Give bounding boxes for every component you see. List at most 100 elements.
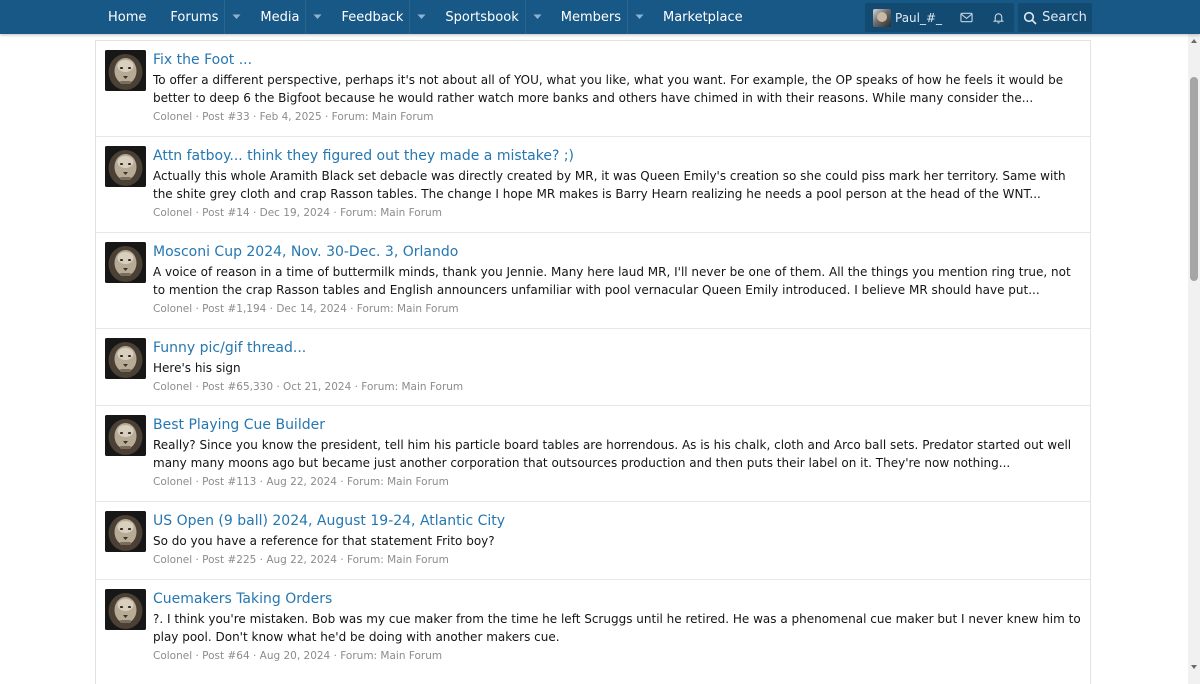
result-snippet: ?. I think you're mistaken. Bob was my c… [153,612,1081,644]
scroll-down-arrow-icon[interactable] [1190,663,1198,671]
meta-separator: · [192,650,203,662]
meta-separator: · [249,207,260,219]
result-date: Oct 21, 2024 [283,381,352,393]
result-author-link[interactable]: Colonel [153,303,192,315]
result-author-link[interactable]: Colonel [153,207,192,219]
result-forum-link[interactable]: Forum: Main Forum [357,303,459,315]
nav-link-marketplace[interactable]: Marketplace [651,10,755,25]
meta-separator: · [266,303,277,315]
author-avatar[interactable] [105,50,146,91]
nav-item-marketplace: Marketplace [651,0,755,34]
result-snippet: Actually this whole Aramith Black set de… [153,169,1066,201]
meta-separator: · [346,303,357,315]
result-forum-link[interactable]: Forum: Main Forum [340,207,442,219]
scrollbar-thumb[interactable] [1190,77,1198,281]
result-date: Dec 14, 2024 [276,303,347,315]
top-navigation-bar: Home Forums Media Feedback Sportsbook Members… [0,0,1200,34]
main-nav: Home Forums Media Feedback Sportsbook Members… [96,0,755,34]
meta-separator: · [192,207,203,219]
result-body: Cuemakers Taking Orders ?. I think you're… [153,588,1083,664]
author-avatar[interactable] [105,242,146,283]
result-title-link[interactable]: Best Playing Cue Builder [153,415,325,435]
result-meta: Colonel · Post #225 · Aug 22, 2024 · For… [153,552,1083,568]
result-post-number: Post #14 [202,207,250,219]
nav-item-media: Media [248,0,329,34]
inbox-envelope-icon[interactable] [950,3,982,32]
meta-separator: · [330,207,341,219]
result-author-link[interactable]: Colonel [153,650,192,662]
result-title-link[interactable]: Funny pic/gif thread... [153,338,306,358]
meta-separator: · [192,554,203,566]
result-post-number: Post #1,194 [202,303,267,315]
search-result-item: Cuemakers Taking Orders ?. I think you're… [96,580,1090,684]
nav-item-feedback: Feedback [329,0,433,34]
result-title-link[interactable]: Mosconi Cup 2024, Nov. 30-Dec. 3, Orland… [153,242,458,262]
alerts-bell-icon[interactable] [982,3,1014,32]
meta-separator: · [256,476,267,488]
meta-separator: · [249,111,260,123]
result-date: Aug 22, 2024 [266,554,337,566]
result-body: Fix the Foot ... To offer a different per… [153,49,1083,125]
page-scrollbar[interactable] [1188,34,1200,684]
author-avatar[interactable] [105,338,146,379]
result-forum-link[interactable]: Forum: Main Forum [361,381,463,393]
result-meta: Colonel · Post #113 · Aug 22, 2024 · For… [153,474,1083,490]
chevron-down-icon[interactable] [305,0,329,34]
chevron-down-icon[interactable] [626,0,651,34]
result-title-link[interactable]: Cuemakers Taking Orders [153,589,332,609]
chevron-down-icon[interactable] [409,0,433,34]
user-avatar-icon [873,8,891,27]
search-button[interactable]: Search [1018,3,1092,32]
result-forum-link[interactable]: Forum: Main Forum [332,111,434,123]
result-title-link[interactable]: Fix the Foot ... [153,50,252,70]
result-meta: Colonel · Post #1,194 · Dec 14, 2024 · F… [153,301,1083,317]
result-date: Feb 4, 2025 [259,111,322,123]
result-post-number: Post #113 [202,476,257,488]
search-icon [1024,11,1037,25]
scroll-up-arrow-icon[interactable] [1190,37,1198,45]
meta-separator: · [192,381,203,393]
result-meta: Colonel · Post #64 · Aug 20, 2024 · Foru… [153,648,1083,664]
username-label: Paul_#_ [895,10,943,25]
nav-link-media[interactable]: Media [248,10,305,25]
author-avatar[interactable] [105,589,146,630]
result-forum-link[interactable]: Forum: Main Forum [340,650,442,662]
result-body: US Open (9 ball) 2024, August 19-24, Atl… [153,510,1083,568]
result-title-link[interactable]: Attn fatboy... think they figured out th… [153,146,574,166]
result-post-number: Post #225 [202,554,257,566]
result-body: Funny pic/gif thread... Here's his sign Co… [153,337,1083,395]
nav-link-members[interactable]: Members [549,10,627,25]
chevron-down-icon[interactable] [224,0,248,34]
search-result-item: Fix the Foot ... To offer a different per… [96,41,1090,137]
account-user-link[interactable]: Paul_#_ [865,3,950,32]
result-date: Aug 22, 2024 [266,476,337,488]
author-avatar[interactable] [105,511,146,552]
result-date: Aug 20, 2024 [259,650,331,662]
result-snippet: Here's his sign [153,361,241,375]
nav-item-members: Members [549,0,651,34]
meta-separator: · [192,111,203,123]
result-forum-link[interactable]: Forum: Main Forum [347,554,449,566]
result-snippet: Really? Since you know the president, te… [153,438,1072,470]
search-result-item: US Open (9 ball) 2024, August 19-24, Atl… [96,502,1090,580]
result-meta: Colonel · Post #14 · Dec 19, 2024 · Foru… [153,205,1083,221]
result-author-link[interactable]: Colonel [153,554,192,566]
author-avatar[interactable] [105,146,146,187]
author-avatar[interactable] [105,415,146,456]
nav-item-home: Home [96,0,158,34]
meta-separator: · [273,381,284,393]
result-author-link[interactable]: Colonel [153,476,192,488]
nav-link-feedback[interactable]: Feedback [329,10,409,25]
nav-link-home[interactable]: Home [96,10,158,25]
result-title-link[interactable]: US Open (9 ball) 2024, August 19-24, Atl… [153,511,505,531]
nav-link-forums[interactable]: Forums [158,10,224,25]
chevron-down-icon[interactable] [524,0,549,34]
result-meta: Colonel · Post #65,330 · Oct 21, 2024 · … [153,379,1083,395]
meta-separator: · [321,111,332,123]
meta-separator: · [256,554,267,566]
result-forum-link[interactable]: Forum: Main Forum [347,476,449,488]
result-body: Attn fatboy... think they figured out th… [153,145,1083,221]
result-author-link[interactable]: Colonel [153,111,192,123]
nav-link-sportsbook[interactable]: Sportsbook [433,10,524,25]
result-author-link[interactable]: Colonel [153,381,192,393]
